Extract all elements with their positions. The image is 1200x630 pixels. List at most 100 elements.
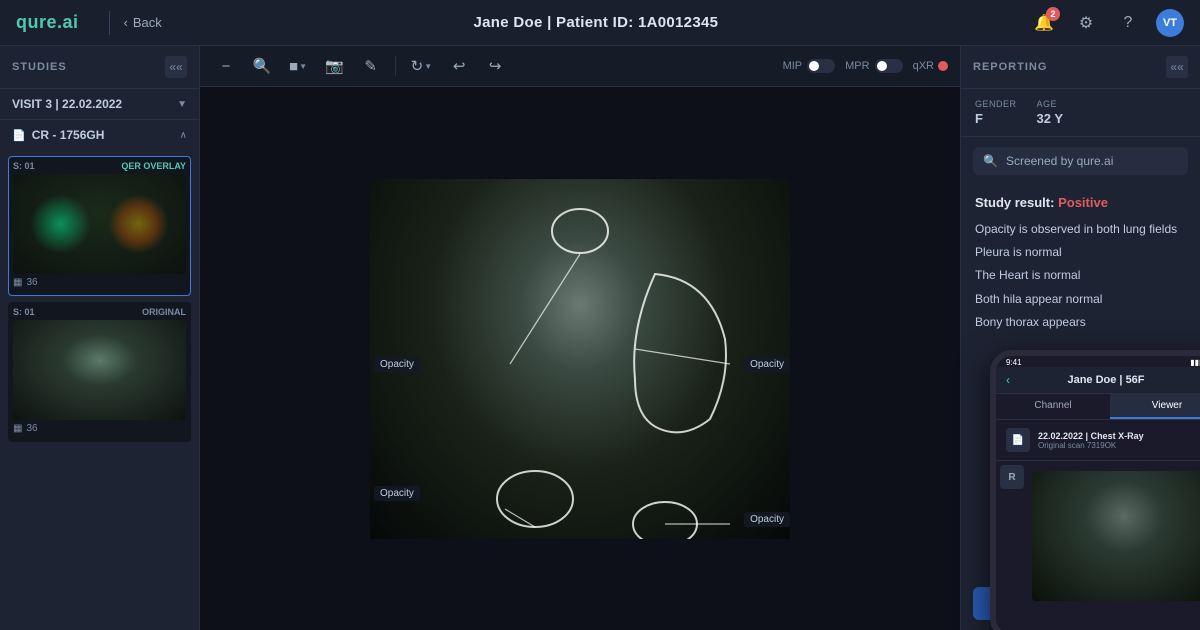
search-icon: 🔍	[983, 154, 998, 168]
visit-selector[interactable]: VISIT 3 | 22.02.2022 ▼	[0, 89, 199, 120]
notification-badge: 2	[1046, 7, 1060, 21]
phone-tab-viewer[interactable]: Viewer	[1110, 394, 1200, 419]
logo: qure.ai	[16, 12, 79, 33]
back-label: Back	[133, 15, 162, 30]
undo-icon: ↩	[453, 57, 466, 75]
rotate-button[interactable]: ↻ ▼	[406, 54, 438, 78]
back-arrow-icon: ‹	[124, 15, 128, 30]
user-avatar[interactable]: VT	[1156, 9, 1184, 37]
help-icon: ?	[1124, 14, 1133, 32]
app-header: qure.ai ‹ Back Jane Doe | Patient ID: 1A…	[0, 0, 1200, 46]
thumbnail-image-overlay	[13, 174, 186, 274]
thumb-meta: S: 01 QER OVERLAY	[13, 161, 186, 171]
gender-group: GENDER F	[975, 99, 1017, 126]
finding-4: Both hila appear normal	[975, 290, 1186, 309]
reporting-panel: REPORTING «« GENDER F AGE 32 Y 🔍 Screene…	[960, 46, 1200, 630]
main-content: STUDIES «« VISIT 3 | 22.02.2022 ▼ 📄 CR -…	[0, 46, 1200, 630]
collapse-sidebar-button[interactable]: ««	[165, 56, 187, 78]
zoom-in-button[interactable]: 🔍	[248, 52, 276, 80]
overlay-tag: QER OVERLAY	[121, 161, 186, 171]
settings-button[interactable]: ⚙	[1072, 9, 1100, 37]
thumbnail-item[interactable]: S: 01 ORIGINAL ▦ 36	[8, 302, 191, 442]
phone-status-bar: 9:41 ▮▮▮ ▭	[996, 356, 1200, 367]
series-tag: S: 01	[13, 307, 35, 317]
sidebar-title: STUDIES	[12, 61, 67, 73]
phone-header: ‹ Jane Doe | 56F ⋮	[996, 367, 1200, 394]
undo-button[interactable]: ↩	[445, 52, 473, 80]
toolbar-separator	[395, 56, 396, 76]
viewer-toolbar: − 🔍 ■ ▼ 📷 ✎ ↻ ▼ ↩ ↪	[200, 46, 960, 87]
zoom-out-button[interactable]: −	[212, 52, 240, 80]
phone-study-date: 22.02.2022 | Chest X-Ray	[1038, 431, 1200, 441]
study-label: 📄 CR - 1756GH	[12, 128, 104, 142]
help-button[interactable]: ?	[1114, 9, 1142, 37]
redo-icon: ↪	[489, 57, 502, 75]
phone-study-sub: Original scan 7319OK	[1038, 441, 1200, 450]
collapse-reporting-button[interactable]: ««	[1166, 56, 1188, 78]
finding-2: Pleura is normal	[975, 243, 1186, 262]
toggle-knob	[809, 61, 819, 71]
window-level-icon: ■	[289, 58, 298, 75]
gender-key: GENDER	[975, 99, 1017, 109]
annotate-button[interactable]: ✎	[357, 52, 385, 80]
finding-3: The Heart is normal	[975, 266, 1186, 285]
patient-title: Jane Doe | Patient ID: 1A0012345	[162, 14, 1030, 31]
original-xray-visual	[13, 320, 186, 420]
avatar-initials: VT	[1163, 17, 1177, 29]
visit-label: VISIT 3 | 22.02.2022	[12, 97, 122, 111]
xray-viewport[interactable]: Opacity Opacity Opacity Opacity	[200, 87, 960, 630]
study-result-label: Study result:	[975, 195, 1054, 210]
back-button[interactable]: ‹ Back	[124, 15, 162, 30]
series-tag: S: 01	[13, 161, 35, 171]
phone-tabs: Channel Viewer	[996, 394, 1200, 420]
image-count-icon: ▦	[13, 423, 22, 434]
screened-search-bar[interactable]: 🔍 Screened by qure.ai	[973, 147, 1188, 175]
thumbnail-item[interactable]: S: 01 QER OVERLAY ▦ 36	[8, 156, 191, 296]
mip-toggle-group: MIP	[783, 59, 836, 73]
thumbnail-list: S: 01 QER OVERLAY ▦ 36 S: 01	[0, 150, 199, 448]
thumb-meta: S: 01 ORIGINAL	[13, 307, 186, 317]
age-value: 32 Y	[1037, 111, 1064, 126]
document-icon: 📄	[12, 129, 26, 142]
phone-back-button[interactable]: ‹	[1006, 373, 1010, 387]
snapshot-button[interactable]: 📷	[320, 54, 349, 78]
phone-study-info: 22.02.2022 | Chest X-Ray Original scan 7…	[1038, 431, 1200, 450]
reporting-header: REPORTING ««	[961, 46, 1200, 89]
dropdown-arrow-icon: ▼	[299, 62, 307, 71]
toolbar-right: MIP MPR qXR	[783, 59, 948, 73]
xray-image: Opacity Opacity Opacity Opacity	[370, 179, 790, 539]
phone-tab-channel[interactable]: Channel	[996, 394, 1110, 419]
camera-icon: 📷	[325, 57, 344, 75]
image-count-icon: ▦	[13, 277, 22, 288]
qxr-indicator: qXR	[913, 60, 948, 72]
qxr-label: qXR	[913, 60, 934, 72]
thumbnail-image-original	[13, 320, 186, 420]
opacity-label-bottom-right: Opacity	[744, 512, 790, 527]
phone-overlay: 9:41 ▮▮▮ ▭ ‹ Jane Doe | 56F ⋮ Channel Vi…	[990, 350, 1200, 630]
finding-1: Opacity is observed in both lung fields	[975, 220, 1186, 239]
toggle-knob	[877, 61, 887, 71]
heat-map-right	[108, 194, 169, 254]
window-level-button[interactable]: ■ ▼	[284, 55, 312, 78]
phone-status-icons: ▮▮▮ ▭	[1190, 358, 1200, 367]
header-icons: 🔔 2 ⚙ ? VT	[1030, 9, 1184, 37]
image-count: ▦ 36	[13, 420, 186, 437]
gender-value: F	[975, 111, 1017, 126]
reporting-title: REPORTING	[973, 61, 1047, 73]
redo-button[interactable]: ↪	[481, 52, 509, 80]
study-header[interactable]: 📄 CR - 1756GH ∧	[0, 120, 199, 150]
overlay-xray-visual	[13, 174, 186, 274]
qxr-status-dot	[938, 61, 948, 71]
mpr-toggle[interactable]	[875, 59, 903, 73]
image-count: ▦ 36	[13, 274, 186, 291]
search-text: Screened by qure.ai	[1006, 154, 1113, 168]
age-key: AGE	[1037, 99, 1064, 109]
phone-xray-thumbnail	[1032, 471, 1200, 601]
mip-toggle[interactable]	[807, 59, 835, 73]
phone-study-item[interactable]: 📄 22.02.2022 | Chest X-Ray Original scan…	[996, 420, 1200, 461]
mpr-label: MPR	[845, 60, 869, 72]
studies-sidebar: STUDIES «« VISIT 3 | 22.02.2022 ▼ 📄 CR -…	[0, 46, 200, 630]
study-name: CR - 1756GH	[32, 128, 105, 142]
notification-button[interactable]: 🔔 2	[1030, 9, 1058, 37]
heat-map-left	[30, 194, 91, 254]
